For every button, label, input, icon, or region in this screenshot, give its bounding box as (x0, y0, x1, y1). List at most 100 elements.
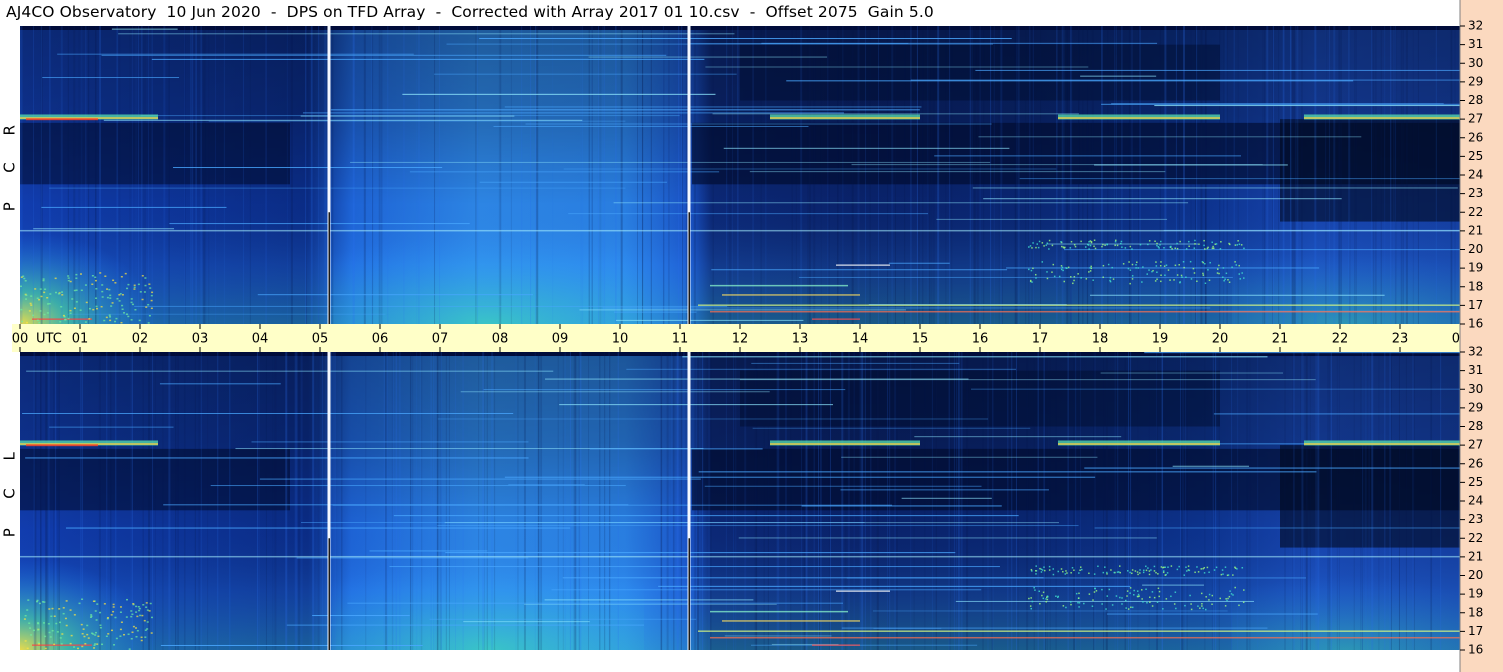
speckle (1116, 244, 1119, 247)
speckle (44, 635, 47, 638)
speckle (132, 625, 135, 628)
noise-streak (790, 352, 792, 650)
speckle (43, 313, 46, 316)
noise-streak (918, 26, 920, 324)
speckle (1029, 280, 1032, 283)
speckle (67, 279, 70, 282)
interference-line (873, 627, 942, 629)
noise-streak (141, 26, 143, 324)
band-27mhz-core (770, 443, 920, 445)
noise-streak (756, 352, 758, 650)
noise-streak (801, 352, 803, 650)
speckle (1215, 566, 1218, 569)
speckle (1052, 568, 1054, 570)
speckle (1204, 248, 1206, 250)
noise-streak (1336, 352, 1338, 650)
noise-streak (971, 26, 973, 324)
speckle (61, 633, 64, 635)
interference-line (749, 171, 1166, 173)
speckle (83, 635, 86, 638)
speckle (1079, 566, 1082, 568)
freq-tick-label: 18 (1468, 279, 1483, 293)
speckle (1136, 261, 1138, 264)
speckle (1106, 573, 1108, 575)
noise-streak (828, 352, 830, 650)
speckle (29, 302, 32, 305)
noise-streak (1075, 352, 1077, 650)
night-band (20, 122, 290, 185)
noise-streak (332, 352, 335, 650)
speckle (1158, 595, 1160, 598)
interference-line (841, 456, 1098, 458)
noise-streak (609, 352, 611, 650)
speckle (1073, 243, 1076, 246)
speckle (1143, 569, 1145, 572)
speckle (1122, 263, 1125, 265)
noise-streak (663, 26, 665, 324)
speckle (21, 320, 24, 323)
interference-line (975, 69, 1460, 71)
noise-streak (229, 352, 231, 650)
speckle (115, 317, 118, 320)
panel-label-letter: C (1, 162, 19, 172)
speckle (1208, 279, 1211, 282)
band-lowfreq (698, 304, 1460, 306)
speckle (1142, 571, 1145, 574)
interference-line (42, 77, 180, 79)
noise-streak (475, 26, 477, 324)
interference-line (1006, 267, 1320, 269)
noise-streak (924, 352, 926, 650)
noise-streak (184, 26, 186, 324)
noise-streak (510, 26, 512, 324)
noise-streak (776, 352, 778, 650)
speckle (1243, 247, 1245, 250)
noise-streak (98, 352, 101, 650)
noise-streak (1186, 352, 1188, 650)
noise-streak (163, 26, 166, 324)
noise-streak (223, 26, 225, 324)
noise-streak (1384, 352, 1386, 650)
time-tick-label: 10 (612, 332, 629, 347)
speckle (28, 310, 31, 312)
interference-line (1090, 294, 1385, 296)
noise-streak (58, 352, 60, 650)
frequency-scale: 32 31 30 29 28 27 26 25 24 23 22 21 20 19 18 17 16 32 31 30… (1459, 0, 1503, 672)
speckle (1166, 572, 1169, 574)
speckle (1045, 596, 1048, 599)
freq-tick-label: 32 (1468, 19, 1483, 33)
noise-streak (668, 26, 670, 324)
speckle (41, 601, 44, 603)
speckle (1127, 570, 1129, 572)
speckle (59, 321, 62, 323)
speckle (1070, 603, 1072, 606)
noise-streak (1094, 352, 1096, 650)
speckle (1170, 565, 1173, 567)
noise-streak (409, 352, 411, 650)
noise-streak (116, 26, 118, 324)
speckle (75, 277, 78, 279)
time-tick-label: 00 (12, 332, 29, 347)
interference-line (463, 621, 590, 623)
speckle (1121, 603, 1123, 605)
interference-line (551, 589, 982, 591)
speckle (1200, 568, 1203, 570)
speckle (1110, 569, 1112, 571)
noise-streak (845, 352, 847, 650)
speckle (1078, 592, 1080, 595)
noise-streak (20, 26, 22, 324)
noise-streak (436, 352, 438, 650)
noise-streak (484, 352, 486, 650)
speckle (1115, 239, 1117, 242)
speckle (128, 648, 131, 650)
speckle (1141, 589, 1143, 591)
noise-streak (778, 352, 780, 650)
speckle (1186, 570, 1188, 572)
interference-line (872, 610, 1228, 612)
noise-streak (1015, 352, 1017, 650)
speckle (42, 278, 45, 280)
speckle (1093, 591, 1096, 593)
band-27mhz-core (1304, 117, 1460, 119)
speckle (99, 626, 102, 629)
speckle (150, 307, 153, 310)
speckle (1164, 566, 1166, 569)
